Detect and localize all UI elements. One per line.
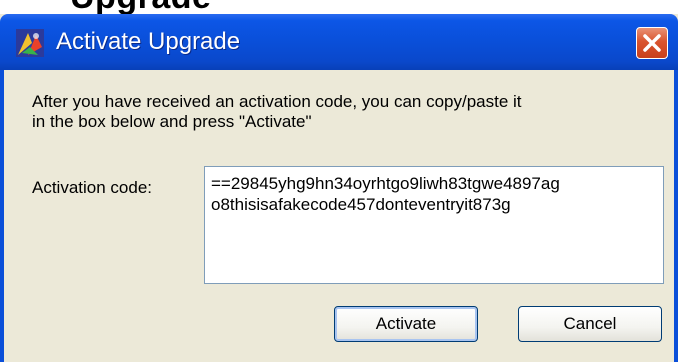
close-icon bbox=[643, 34, 661, 52]
instruction-message: After you have received an activation co… bbox=[32, 92, 662, 132]
page: Upgrade Activate Upgrade After you have bbox=[0, 0, 678, 362]
close-button[interactable] bbox=[636, 27, 668, 59]
activation-code-line-2: o8thisisafakecode457donteventryit873g bbox=[211, 195, 511, 214]
app-logo-icon bbox=[16, 29, 44, 57]
window-frame-left bbox=[0, 70, 4, 362]
window-frame-right bbox=[674, 70, 678, 362]
instruction-line-1: After you have received an activation co… bbox=[32, 92, 522, 111]
activation-code-input[interactable]: ==29845yhg9hn34oyrhtgo9liwh83tgwe4897ag … bbox=[204, 166, 664, 284]
dialog-title: Activate Upgrade bbox=[56, 28, 241, 55]
title-bar[interactable]: Activate Upgrade bbox=[0, 14, 678, 70]
activation-code-line-1: ==29845yhg9hn34oyrhtgo9liwh83tgwe4897ag bbox=[211, 174, 560, 193]
activate-button[interactable]: Activate bbox=[334, 306, 478, 342]
cancel-button[interactable]: Cancel bbox=[518, 306, 662, 342]
activation-code-label: Activation code: bbox=[32, 178, 153, 197]
activate-upgrade-dialog: Activate Upgrade After you have received… bbox=[0, 14, 678, 362]
instruction-line-2: in the box below and press "Activate" bbox=[32, 112, 312, 131]
